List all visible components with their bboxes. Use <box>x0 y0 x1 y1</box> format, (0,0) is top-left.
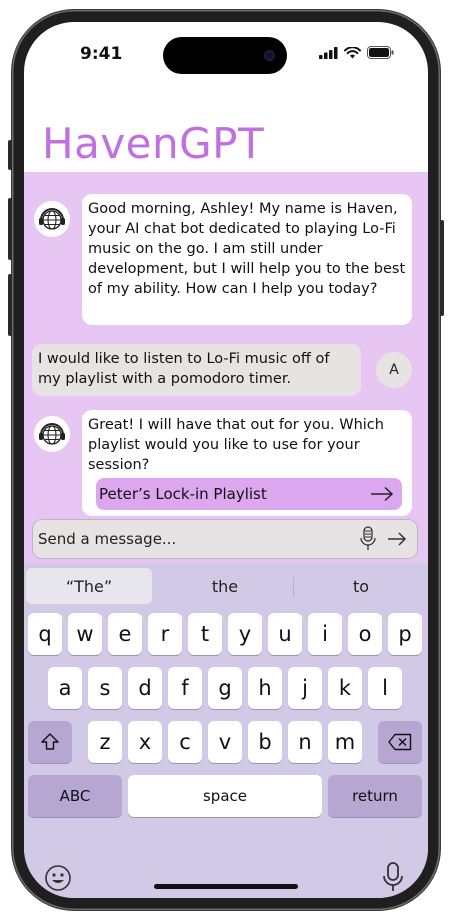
send-icon[interactable] <box>387 531 407 547</box>
key-x[interactable]: x <box>128 721 162 763</box>
suggestion-2[interactable]: the <box>160 568 290 604</box>
key-l[interactable]: l <box>368 667 402 709</box>
key-w[interactable]: w <box>68 613 102 655</box>
user-avatar: A <box>376 352 412 388</box>
key-z[interactable]: z <box>88 721 122 763</box>
action-button <box>8 140 12 170</box>
screen: 9:41 HavenGPT Good morning, Ashley! My n… <box>24 22 428 898</box>
status-time: 9:41 <box>80 44 123 64</box>
suggestion-divider <box>293 577 294 597</box>
key-j[interactable]: j <box>288 667 322 709</box>
key-v[interactable]: v <box>208 721 242 763</box>
key-c[interactable]: c <box>168 721 202 763</box>
emoji-icon[interactable] <box>44 864 72 892</box>
status-bar: 9:41 <box>24 22 428 82</box>
key-o[interactable]: o <box>348 613 382 655</box>
user-message-1: I would like to listen to Lo-Fi music of… <box>32 344 361 396</box>
volume-down-button <box>8 274 12 336</box>
suggestion-1[interactable]: “The” <box>26 568 152 604</box>
key-a[interactable]: a <box>48 667 82 709</box>
key-y[interactable]: y <box>228 613 262 655</box>
arrow-right-icon <box>371 486 394 502</box>
key-m[interactable]: m <box>328 721 362 763</box>
keyboard: “The” the to q w e r t y u i o p a s d f… <box>24 563 428 898</box>
key-i[interactable]: i <box>308 613 342 655</box>
playlist-option-label: Peter’s Lock-in Playlist <box>99 485 267 503</box>
status-icons <box>319 46 394 59</box>
delete-key[interactable] <box>378 721 422 763</box>
home-indicator[interactable] <box>154 884 298 889</box>
message-composer <box>32 519 418 559</box>
key-f[interactable]: f <box>168 667 202 709</box>
chat-area: Good morning, Ashley! My name is Haven, … <box>24 172 428 563</box>
message-input[interactable] <box>38 530 359 548</box>
key-g[interactable]: g <box>208 667 242 709</box>
camera-icon <box>264 50 275 61</box>
headphones-globe-icon <box>39 423 65 445</box>
key-k[interactable]: k <box>328 667 362 709</box>
playlist-option-button[interactable]: Peter’s Lock-in Playlist <box>96 478 402 510</box>
app-title: HavenGPT <box>42 119 265 168</box>
bot-message-1: Good morning, Ashley! My name is Haven, … <box>82 194 412 325</box>
side-button <box>440 220 444 316</box>
suggestion-bar: “The” the to <box>24 563 428 607</box>
key-e[interactable]: e <box>108 613 142 655</box>
key-h[interactable]: h <box>248 667 282 709</box>
dictation-microphone-icon[interactable] <box>382 862 404 892</box>
key-n[interactable]: n <box>288 721 322 763</box>
dynamic-island <box>163 37 287 74</box>
microphone-icon[interactable] <box>359 526 377 552</box>
space-key[interactable]: space <box>128 775 322 817</box>
key-q[interactable]: q <box>28 613 62 655</box>
return-key[interactable]: return <box>328 775 422 817</box>
bot-avatar <box>34 416 70 452</box>
battery-icon <box>367 46 394 59</box>
suggestion-3[interactable]: to <box>296 568 426 604</box>
shift-key[interactable] <box>28 721 72 763</box>
abc-key[interactable]: ABC <box>28 775 122 817</box>
volume-up-button <box>8 198 12 260</box>
key-b[interactable]: b <box>248 721 282 763</box>
key-d[interactable]: d <box>128 667 162 709</box>
backspace-icon <box>388 733 412 751</box>
cellular-signal-icon <box>319 46 338 59</box>
key-p[interactable]: p <box>388 613 422 655</box>
headphones-globe-icon <box>39 208 65 230</box>
wifi-icon <box>344 46 361 58</box>
key-s[interactable]: s <box>88 667 122 709</box>
shift-icon <box>41 733 59 750</box>
key-u[interactable]: u <box>268 613 302 655</box>
key-t[interactable]: t <box>188 613 222 655</box>
key-r[interactable]: r <box>148 613 182 655</box>
bot-message-2-text: Great! I will have that out for you. Whi… <box>88 417 384 473</box>
bot-avatar <box>34 201 70 237</box>
